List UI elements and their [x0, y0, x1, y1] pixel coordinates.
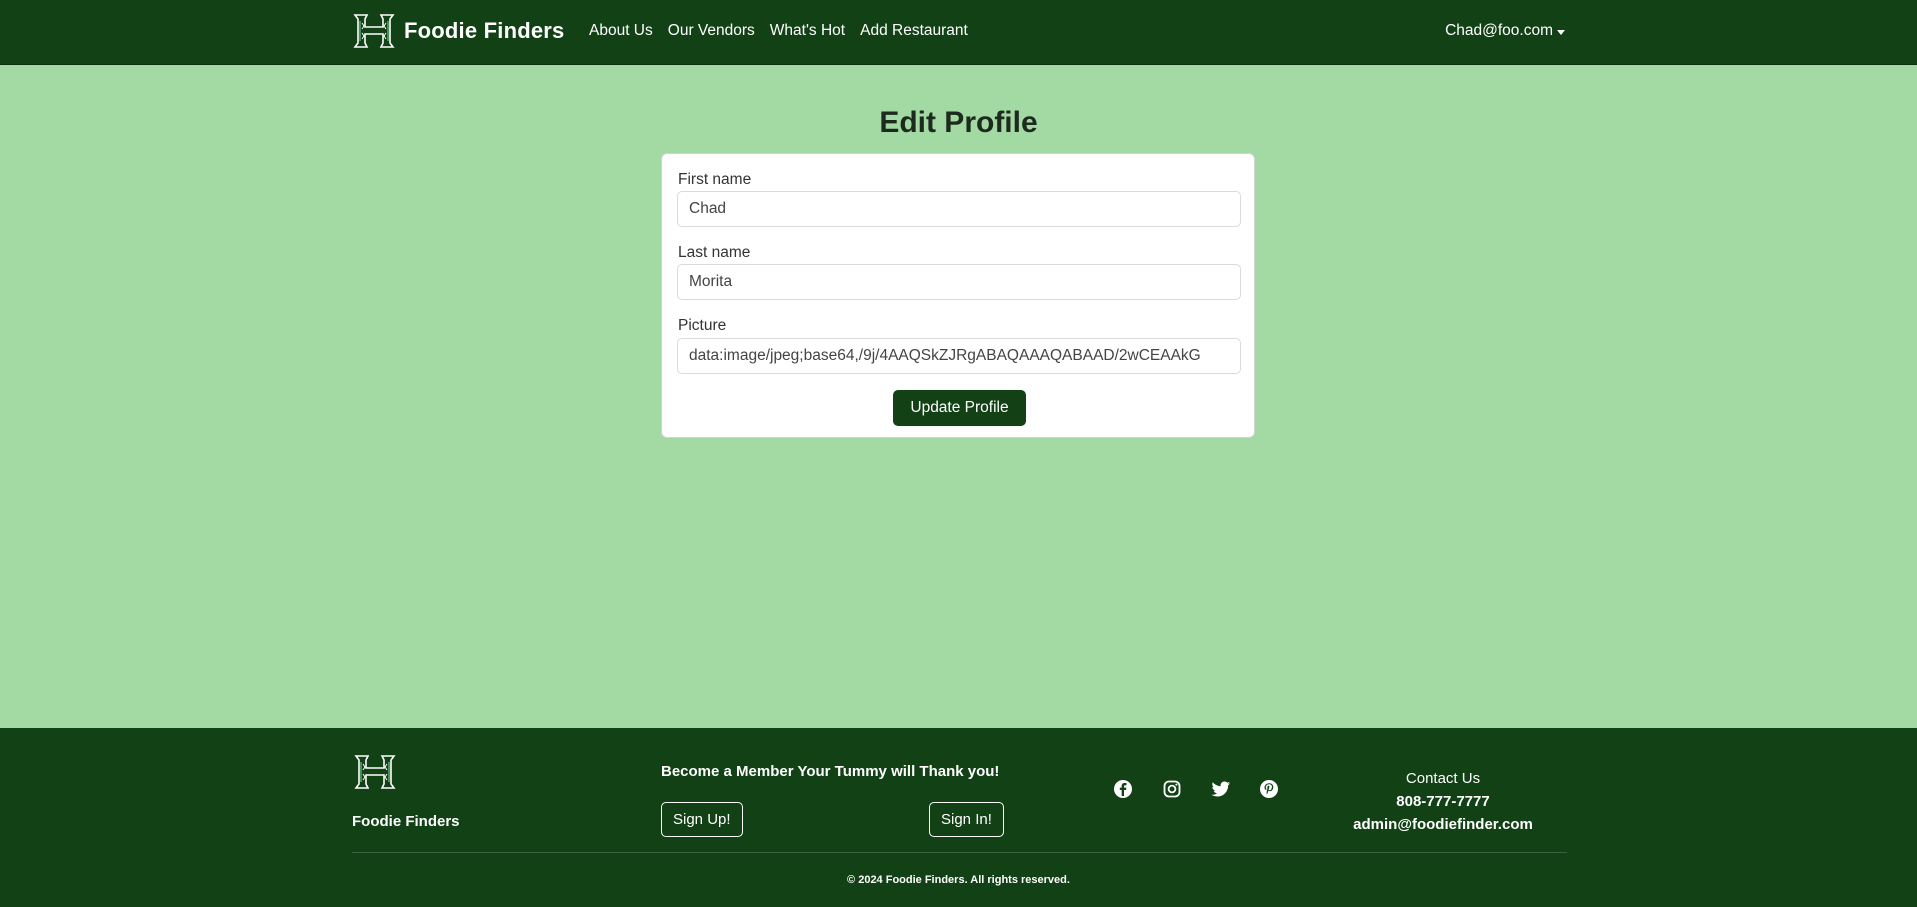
caret-down-icon	[1557, 29, 1565, 35]
brand-link[interactable]: Foodie Finders	[352, 13, 564, 49]
nav-link-our-vendors[interactable]: Our Vendors	[668, 22, 755, 40]
footer-brand: Foodie Finders	[352, 813, 460, 830]
contact-info: Contact Us 808-777-7777 admin@foodiefind…	[1330, 770, 1556, 833]
footer: Foodie Finders Become a Member Your Tumm…	[0, 728, 1917, 907]
sign-up-button[interactable]: Sign Up!	[661, 802, 743, 837]
user-dropdown[interactable]: Chad@foo.com	[1445, 22, 1565, 40]
navbar: Foodie Finders About Us Our Vendors What…	[0, 0, 1917, 65]
first-name-label: First name	[678, 171, 752, 188]
instagram-icon[interactable]	[1161, 778, 1183, 800]
picture-input[interactable]	[677, 338, 1241, 374]
uh-logo-icon	[354, 755, 396, 789]
copyright: © 2024 Foodie Finders. All rights reserv…	[847, 874, 1070, 886]
nav-link-about-us[interactable]: About Us	[589, 22, 653, 40]
uh-logo-icon	[353, 14, 395, 48]
last-name-label: Last name	[678, 244, 751, 261]
picture-label: Picture	[678, 317, 727, 334]
navbar-inner: Foodie Finders About Us Our Vendors What…	[352, 0, 1565, 64]
contact-email[interactable]: admin@foodiefinder.com	[1330, 816, 1556, 833]
nav-link-add-restaurant[interactable]: Add Restaurant	[860, 22, 968, 40]
user-email: Chad@foo.com	[1445, 22, 1553, 39]
footer-tagline: Become a Member Your Tummy will Thank yo…	[661, 763, 1000, 780]
nav-links: About Us Our Vendors What's Hot Add Rest…	[589, 22, 983, 40]
brand-name: Foodie Finders	[404, 18, 565, 43]
update-profile-button[interactable]: Update Profile	[893, 390, 1026, 426]
sign-in-button[interactable]: Sign In!	[929, 802, 1004, 837]
footer-divider	[352, 852, 1567, 853]
contact-title: Contact Us	[1405, 770, 1481, 787]
contact-phone: 808-777-7777	[1396, 793, 1490, 810]
last-name-input[interactable]	[677, 264, 1241, 300]
page-title: Edit Profile	[879, 106, 1038, 139]
pinterest-icon[interactable]	[1258, 778, 1280, 800]
twitter-icon[interactable]	[1210, 778, 1232, 800]
edit-profile-form: First name Last name Picture Update Prof…	[661, 153, 1255, 438]
nav-link-whats-hot[interactable]: What's Hot	[770, 22, 845, 40]
first-name-input[interactable]	[677, 191, 1241, 227]
facebook-icon[interactable]	[1112, 778, 1134, 800]
